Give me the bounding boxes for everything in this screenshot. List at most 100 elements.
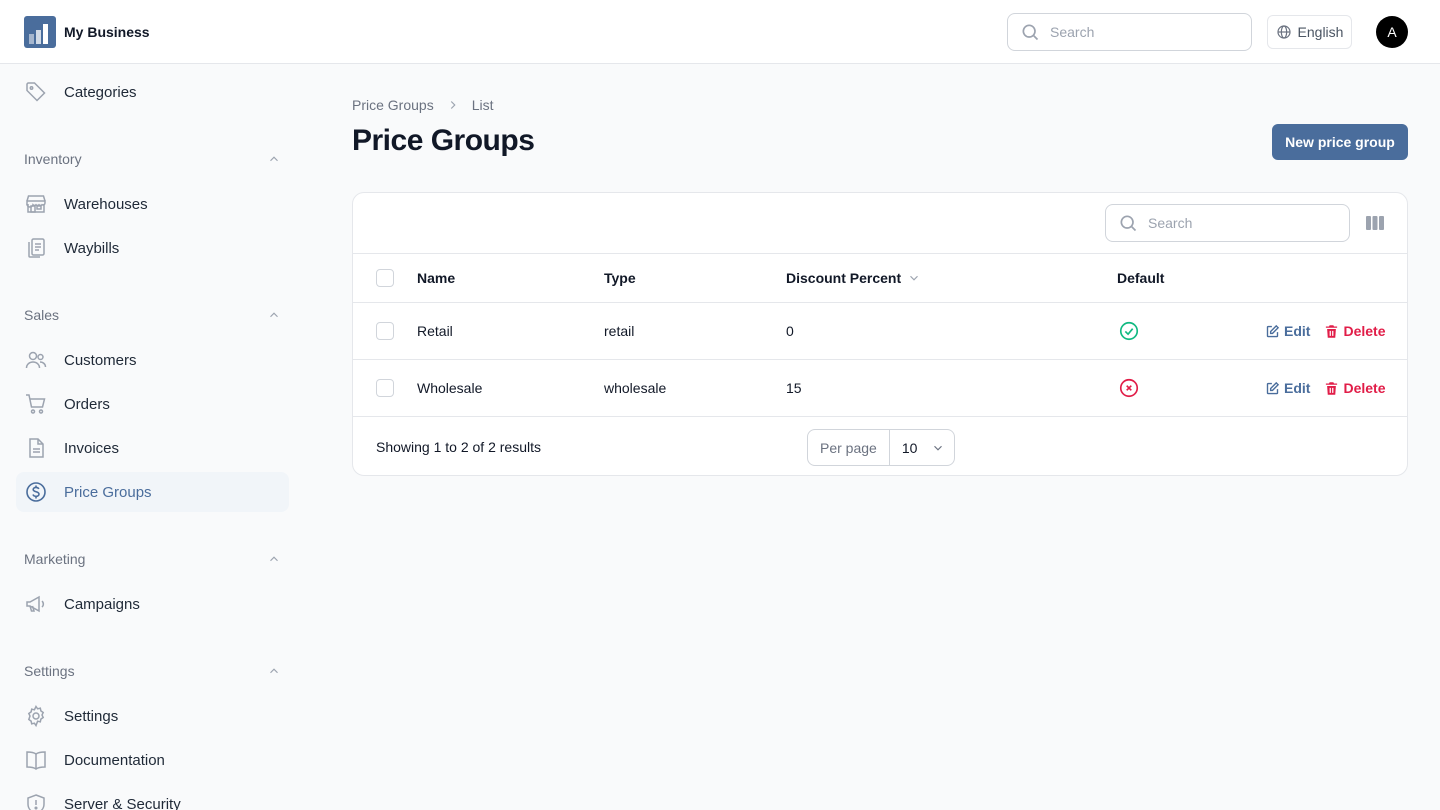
- column-header-default[interactable]: Default: [1117, 270, 1164, 286]
- sidebar-item-server-security[interactable]: Server & Security: [16, 784, 289, 810]
- trash-icon: [1326, 324, 1338, 338]
- row-actions: Edit Delete: [1265, 323, 1385, 339]
- sidebar-item-documentation[interactable]: Documentation: [16, 740, 289, 780]
- sidebar-item-orders[interactable]: Orders: [16, 384, 289, 424]
- language-switcher[interactable]: English: [1267, 15, 1352, 49]
- page-title: Price Groups: [352, 124, 535, 157]
- table-search-input[interactable]: [1148, 215, 1328, 231]
- sidebar-item-settings[interactable]: Settings: [16, 696, 289, 736]
- sidebar-item-invoices[interactable]: Invoices: [16, 428, 289, 468]
- row-name: Retail: [417, 323, 453, 339]
- edit-icon: [1266, 324, 1280, 337]
- gear-icon: [27, 705, 45, 728]
- sidebar-group-settings[interactable]: Settings: [24, 663, 281, 679]
- edit-button[interactable]: Edit: [1265, 380, 1310, 396]
- column-header-label: Discount Percent: [786, 270, 902, 286]
- chevron-up-icon: [270, 156, 278, 162]
- cart-icon: [26, 394, 46, 414]
- chevron-up-icon: [270, 556, 278, 562]
- delete-label: Delete: [1343, 323, 1386, 339]
- edit-label: Edit: [1284, 380, 1311, 396]
- column-header-discount-percent[interactable]: Discount Percent: [786, 270, 921, 286]
- brand-name: My Business: [64, 24, 150, 40]
- sidebar-item-label: Server & Security: [64, 795, 181, 810]
- sidebar-group-sales[interactable]: Sales: [24, 307, 281, 323]
- chevron-up-icon: [270, 312, 278, 318]
- sidebar-group-label: Marketing: [24, 551, 86, 567]
- per-page-value-wrap: 10: [890, 440, 946, 456]
- chevron-down-icon: [910, 275, 919, 281]
- row-type: retail: [604, 323, 635, 339]
- row-discount: 0: [786, 323, 794, 339]
- sidebar-item-campaigns[interactable]: Campaigns: [16, 584, 289, 624]
- global-search[interactable]: [1007, 13, 1252, 51]
- per-page-select[interactable]: Per page 10: [807, 429, 955, 466]
- edit-button[interactable]: Edit: [1265, 323, 1310, 339]
- sidebar-item-label: Categories: [64, 83, 137, 101]
- brand-logo-icon: [24, 16, 56, 48]
- breadcrumb-current: List: [471, 97, 494, 113]
- table-search[interactable]: [1105, 204, 1350, 242]
- dollar-circle-icon: [26, 482, 46, 502]
- avatar[interactable]: A: [1376, 16, 1408, 48]
- chevron-up-icon: [270, 668, 278, 674]
- shield-icon: [27, 794, 45, 810]
- sidebar-group-label: Inventory: [24, 151, 82, 167]
- sidebar-item-warehouses[interactable]: Warehouses: [16, 184, 289, 224]
- sidebar-item-label: Settings: [64, 707, 119, 725]
- sidebar-item-label: Invoices: [64, 439, 120, 457]
- row-checkbox[interactable]: [376, 322, 394, 340]
- table-row: Wholesale wholesale 15 Edit Delete: [353, 359, 1407, 416]
- globe-icon: [1276, 25, 1291, 39]
- columns-icon[interactable]: [1365, 213, 1385, 233]
- sidebar-group-inventory[interactable]: Inventory: [24, 151, 281, 167]
- top-bar: My Business English A: [0, 0, 1440, 64]
- trash-icon: [1326, 381, 1338, 395]
- edit-label: Edit: [1284, 323, 1311, 339]
- tag-icon: [26, 82, 46, 102]
- sidebar-item-customers[interactable]: Customers: [16, 340, 289, 380]
- sidebar-item-label: Campaigns: [64, 595, 140, 613]
- column-header-name[interactable]: Name: [417, 270, 455, 286]
- table-row: Retail retail 0 Edit Delete: [353, 302, 1407, 359]
- sidebar-item-categories[interactable]: Categories: [16, 72, 289, 112]
- breadcrumb-link-price-groups[interactable]: Price Groups: [352, 97, 434, 113]
- table-footer: Showing 1 to 2 of 2 results Per page 10: [353, 416, 1407, 476]
- users-icon: [25, 351, 47, 369]
- row-discount: 15: [786, 380, 802, 396]
- check-circle-icon: [1119, 321, 1139, 341]
- table-header-row: Name Type Discount Percent Default: [353, 253, 1407, 302]
- book-icon: [26, 751, 46, 770]
- row-checkbox[interactable]: [376, 379, 394, 397]
- sidebar-group-marketing[interactable]: Marketing: [24, 551, 281, 567]
- sidebar-item-label: Warehouses: [64, 195, 148, 213]
- sidebar-group-label: Sales: [24, 307, 60, 323]
- delete-button[interactable]: Delete: [1324, 323, 1385, 339]
- sidebar-item-label: Documentation: [64, 751, 165, 769]
- language-label: English: [1297, 24, 1344, 40]
- document-icon: [29, 438, 44, 458]
- sidebar-item-price-groups[interactable]: Price Groups: [16, 472, 289, 512]
- sidebar-item-label: Waybills: [64, 239, 120, 257]
- price-groups-table-card: Name Type Discount Percent Default Retai…: [352, 192, 1408, 476]
- brand[interactable]: My Business: [24, 16, 150, 48]
- sidebar-item-waybills[interactable]: Waybills: [16, 228, 289, 268]
- edit-icon: [1266, 381, 1280, 394]
- new-price-group-button[interactable]: New price group: [1272, 124, 1408, 160]
- sidebar-item-label: Customers: [64, 351, 137, 369]
- column-header-type[interactable]: Type: [604, 270, 636, 286]
- chevron-right-icon: [450, 101, 456, 109]
- sidebar-item-label: Price Groups: [64, 483, 152, 501]
- sidebar-item-label: Orders: [64, 395, 110, 413]
- row-type: wholesale: [604, 380, 667, 396]
- warehouse-icon: [26, 195, 46, 213]
- delete-button[interactable]: Delete: [1324, 380, 1385, 396]
- clipboard-icon: [28, 238, 45, 258]
- select-all-checkbox[interactable]: [376, 269, 394, 287]
- breadcrumb: Price Groups List: [352, 97, 494, 113]
- chevron-down-icon: [934, 445, 943, 451]
- sidebar-group-label: Settings: [24, 663, 75, 679]
- global-search-input[interactable]: [1050, 24, 1230, 40]
- row-actions: Edit Delete: [1265, 380, 1385, 396]
- search-icon: [1022, 24, 1039, 41]
